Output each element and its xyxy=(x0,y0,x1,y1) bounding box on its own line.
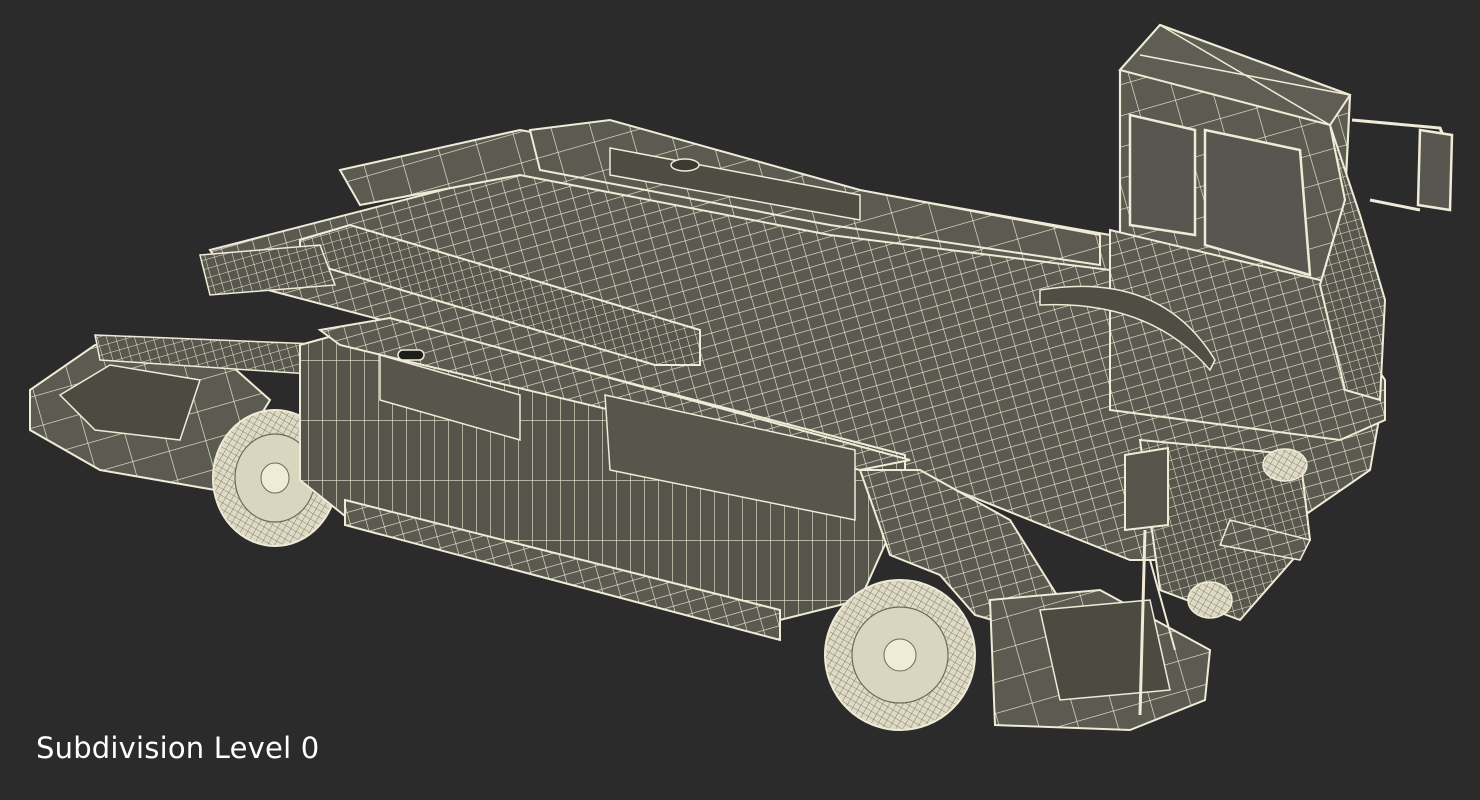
wireframe-render xyxy=(29,23,1454,732)
render-viewport: Subdivision Level 0 xyxy=(0,0,1480,800)
subdivision-level-caption: Subdivision Level 0 xyxy=(36,731,320,765)
side-mirror xyxy=(1351,118,1454,212)
front-wheel xyxy=(824,579,976,731)
